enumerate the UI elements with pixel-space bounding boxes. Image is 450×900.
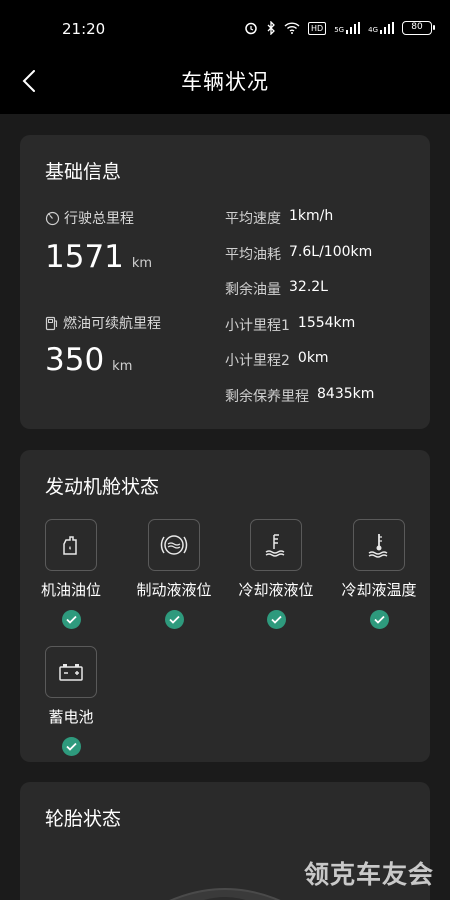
gauge-icon: [45, 211, 60, 225]
fuel-range-value: 350 km: [45, 342, 132, 378]
status-ok-check-icon: [61, 610, 81, 629]
engine-item-battery[interactable]: 蓄电池: [19, 646, 123, 756]
engine-item-brake-fluid[interactable]: 制动液液位: [122, 519, 226, 629]
tire-status-title: 轮胎状态: [45, 808, 122, 830]
fuel-pump-icon: [45, 316, 58, 330]
engine-item-label: 制动液液位: [136, 581, 212, 599]
signal-icon: 5G: [334, 22, 361, 34]
stat-label: 剩余保养里程: [225, 389, 309, 405]
status-ok-check-icon: [266, 610, 286, 629]
oil-can-icon: [63, 536, 77, 555]
status-ok-check-icon: [61, 737, 81, 756]
coolant-level-icon: [265, 534, 285, 557]
stat-label: 剩余油量: [225, 282, 281, 298]
stat-value: 1km/h: [289, 208, 334, 224]
stat-label: 平均速度: [225, 211, 281, 227]
stat-trip-2: 小计里程2 0km: [225, 350, 329, 370]
engine-item-icon-box: [45, 646, 97, 698]
status-ok-check-icon: [369, 610, 389, 629]
page-title: 车辆状况: [181, 70, 269, 94]
total-mileage-label: 行驶总里程: [45, 208, 134, 228]
bluetooth-icon: [266, 21, 276, 35]
engine-item-icon-box: [250, 519, 302, 571]
stat-value: 8435km: [317, 386, 375, 402]
stat-value: 32.2L: [289, 279, 328, 295]
watermark-logo: 领克车友会: [303, 860, 434, 889]
engine-item-label: 蓄电池: [48, 708, 94, 726]
fuel-range-number: 350: [45, 342, 105, 378]
network-4g-label: 4G: [368, 26, 378, 34]
fuel-range-label: 燃油可续航里程: [45, 313, 161, 333]
engine-item-coolant-level[interactable]: 冷却液液位: [224, 519, 328, 629]
total-mileage-unit: km: [131, 256, 153, 271]
engine-status-card: 发动机舱状态 机油油位 制动液液位 冷却液液位 冷却液温度 蓄电池: [20, 450, 430, 762]
car-top-view-image: [169, 888, 281, 900]
basic-info-title: 基础信息: [45, 161, 122, 183]
engine-item-icon-box: [45, 519, 97, 571]
basic-info-card: 基础信息 行驶总里程 1571 km 燃油可续航里程 350 km 平均速度 1…: [20, 135, 430, 429]
fuel-range-text: 燃油可续航里程: [63, 316, 161, 332]
fuel-range-unit: km: [112, 359, 133, 374]
engine-item-label: 机油油位: [40, 581, 101, 599]
engine-item-icon-box: [353, 519, 405, 571]
battery-icon: [59, 664, 83, 681]
network-5g-label: 5G: [334, 26, 345, 34]
stat-remaining-fuel: 剩余油量 32.2L: [225, 279, 328, 299]
stat-trip-1: 小计里程1 1554km: [225, 315, 355, 335]
hd-badge: HD: [308, 21, 327, 35]
stat-average-fuel: 平均油耗 7.6L/100km: [225, 244, 372, 264]
nav-bar: 车辆状况: [0, 60, 450, 114]
alarm-icon: [244, 21, 258, 35]
engine-item-coolant-temp[interactable]: 冷却液温度: [327, 519, 431, 629]
engine-item-icon-box: [148, 519, 200, 571]
status-icons: HD 5G 4G 80: [244, 21, 435, 35]
stat-value: 1554km: [297, 315, 356, 331]
brake-fluid-icon: [160, 535, 188, 555]
status-time: 21:20: [62, 20, 106, 38]
total-mileage-text: 行驶总里程: [64, 211, 134, 227]
wifi-icon: [284, 22, 300, 34]
total-mileage-value: 1571 km: [45, 239, 152, 275]
stat-label: 小计里程2: [225, 353, 290, 369]
battery-indicator: 80: [402, 21, 435, 35]
status-ok-check-icon: [164, 610, 184, 629]
stat-average-speed: 平均速度 1km/h: [225, 208, 333, 228]
stat-maintenance: 剩余保养里程 8435km: [225, 386, 374, 406]
stat-value: 7.6L/100km: [289, 244, 373, 260]
engine-item-oil[interactable]: 机油油位: [19, 519, 123, 629]
stat-value: 0km: [297, 350, 329, 366]
engine-item-label: 冷却液温度: [341, 581, 417, 599]
engine-item-label: 冷却液液位: [238, 581, 314, 599]
stat-label: 平均油耗: [225, 247, 281, 263]
coolant-temperature-icon: [368, 534, 388, 558]
engine-status-title: 发动机舱状态: [45, 476, 160, 498]
stat-label: 小计里程1: [225, 318, 290, 334]
status-bar: 21:20 HD 5G 4G 80: [0, 0, 450, 60]
total-mileage-number: 1571: [45, 239, 124, 275]
signal-icon-2: 4G: [368, 22, 394, 34]
